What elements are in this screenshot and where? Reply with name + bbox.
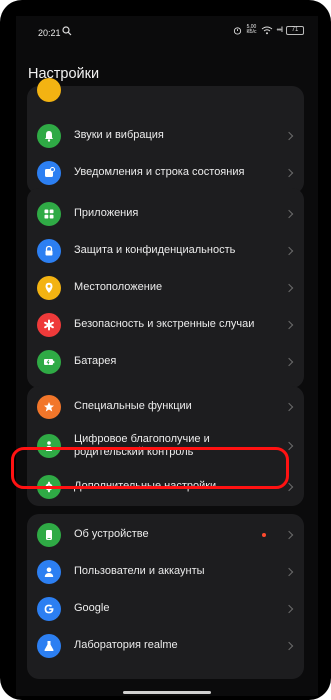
settings-item-realme-lab[interactable]: Лаборатория realme xyxy=(27,627,304,664)
chevron-right-icon xyxy=(284,441,294,451)
settings-item-label: Батарея xyxy=(74,355,117,367)
chevron-right-icon xyxy=(284,567,294,576)
alarm-icon xyxy=(234,26,242,35)
phone-frame: 20:21 5,00 КБ/с •••ll 71 Настройки Звуки… xyxy=(0,0,331,700)
settings-item-google[interactable]: Google xyxy=(27,590,304,627)
star-icon xyxy=(37,394,61,419)
settings-group-sound: Звуки и вибрация Уведомления и строка со… xyxy=(27,78,304,194)
user-icon xyxy=(37,559,61,584)
chevron-right-icon xyxy=(284,246,294,255)
settings-item-label: Об устройстве xyxy=(74,528,149,540)
home-indicator[interactable] xyxy=(123,691,211,694)
chevron-right-icon xyxy=(284,131,294,140)
chevron-right-icon xyxy=(284,357,294,366)
network-speed: 5,00 КБ/с xyxy=(246,25,256,35)
settings-item-label: Приложения xyxy=(74,207,139,219)
status-bar: 20:21 5,00 КБ/с •••ll 71 xyxy=(16,16,318,50)
update-badge xyxy=(262,532,266,537)
settings-item-label: Защита и конфиденциальность xyxy=(74,244,236,256)
battery-indicator: 71 xyxy=(286,25,304,35)
settings-group-device: Об устройстве Пользователи и аккаунты Go… xyxy=(27,514,304,679)
chevron-right-icon xyxy=(284,641,294,650)
settings-screen: 20:21 5,00 КБ/с •••ll 71 Настройки Звуки… xyxy=(16,16,318,696)
chevron-right-icon xyxy=(284,530,294,539)
search-icon xyxy=(62,26,72,36)
chevron-right-icon xyxy=(284,604,294,613)
chevron-right-icon xyxy=(284,402,294,411)
notification-icon xyxy=(37,160,61,185)
page-title: Настройки xyxy=(28,66,100,82)
chevron-right-icon xyxy=(284,283,294,292)
partial-icon xyxy=(37,78,61,102)
lock-icon xyxy=(37,238,61,263)
location-pin-icon xyxy=(37,275,61,300)
apps-grid-icon xyxy=(37,201,61,226)
chevron-right-icon xyxy=(284,168,294,177)
settings-item-about-device[interactable]: Об устройстве xyxy=(27,516,304,553)
battery-icon xyxy=(37,349,61,374)
network-speed-unit: КБ/с xyxy=(246,29,257,35)
status-time: 20:21 xyxy=(38,28,61,38)
chevron-right-icon xyxy=(284,209,294,218)
settings-item-location[interactable]: Местоположение xyxy=(27,269,304,306)
settings-item-label: Google xyxy=(74,602,110,614)
google-icon xyxy=(37,596,61,621)
settings-item-privacy[interactable]: Защита и конфиденциальность xyxy=(27,232,304,269)
settings-item-label: Пользователи и аккаунты xyxy=(74,565,205,577)
emergency-asterisk-icon xyxy=(37,312,61,337)
settings-item-sound[interactable]: Звуки и вибрация xyxy=(27,117,304,154)
settings-item-apps[interactable]: Приложения xyxy=(27,195,304,232)
settings-item-accessibility[interactable]: Специальные функции xyxy=(27,388,304,425)
settings-item-label: Уведомления и строка состояния xyxy=(74,166,245,178)
settings-item-label: Звуки и вибрация xyxy=(74,129,164,141)
settings-item-label: Безопасность и экстренные случаи xyxy=(74,318,255,330)
settings-item-notifications[interactable]: Уведомления и строка состояния xyxy=(27,154,304,191)
settings-item-label: Лаборатория realme xyxy=(74,639,178,651)
settings-item-label: Местоположение xyxy=(74,281,163,293)
settings-item-emergency[interactable]: Безопасность и экстренные случаи xyxy=(27,306,304,343)
chevron-right-icon xyxy=(284,320,294,329)
signal-icon: •••ll xyxy=(276,26,284,34)
settings-group-system: Приложения Защита и конфиденциальность М… xyxy=(27,188,304,388)
highlight-frame xyxy=(11,447,289,489)
flask-icon xyxy=(37,633,61,658)
bell-icon xyxy=(37,123,61,148)
settings-item-battery[interactable]: Батарея xyxy=(27,343,304,380)
phone-icon xyxy=(37,522,61,547)
settings-item-users-accounts[interactable]: Пользователи и аккаунты xyxy=(27,553,304,590)
settings-item-label: Специальные функции xyxy=(74,400,192,412)
wifi-icon xyxy=(261,26,272,34)
